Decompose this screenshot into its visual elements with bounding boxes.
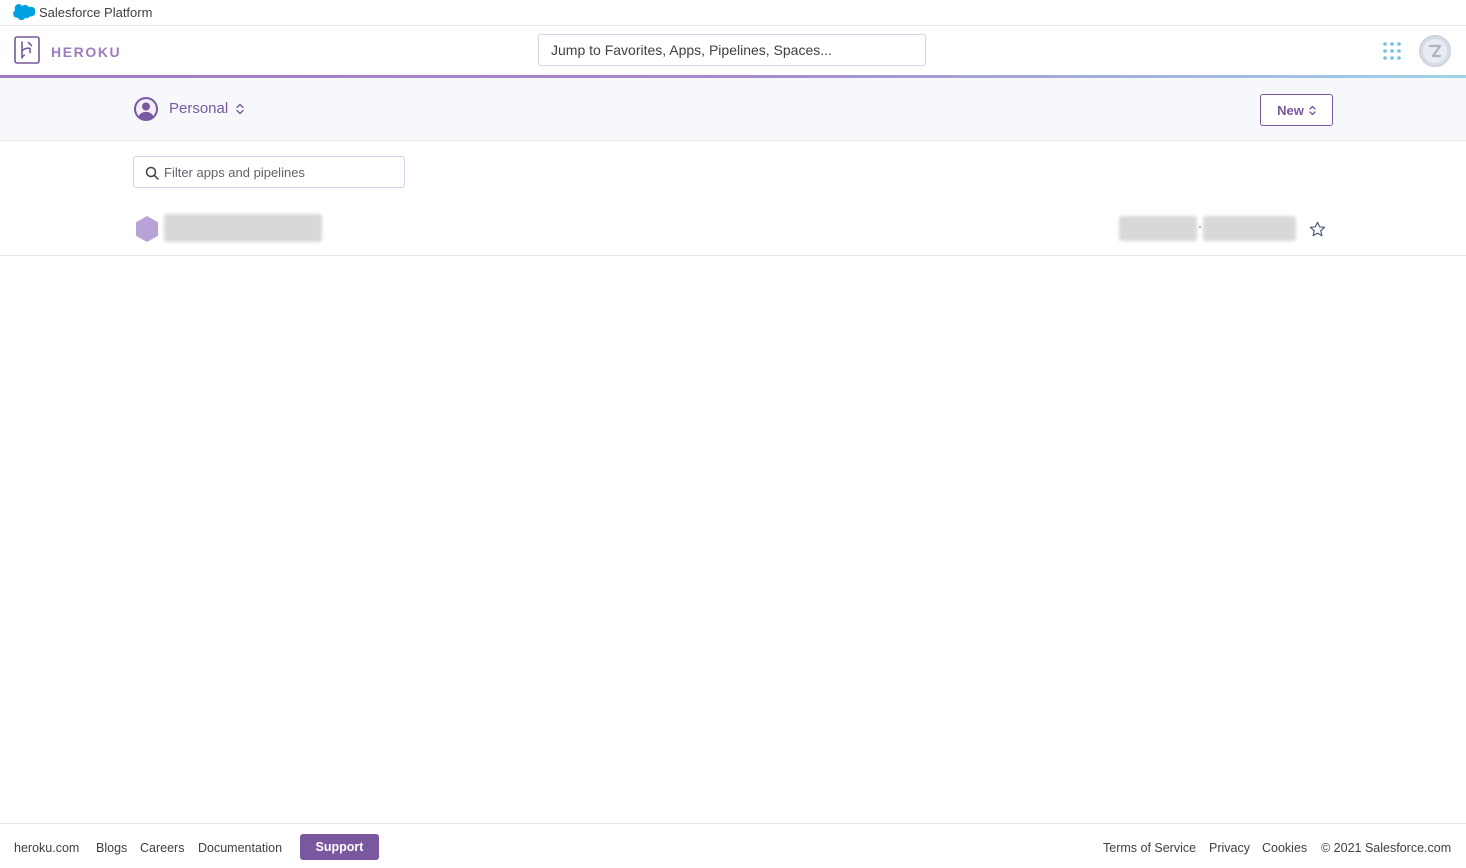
heroku-header: HEROKU — [0, 26, 1466, 76]
heroku-logo-icon[interactable] — [14, 36, 40, 64]
search-icon — [145, 166, 159, 180]
context-bar: Personal New — [0, 78, 1466, 141]
footer-link-heroku[interactable]: heroku.com — [14, 841, 79, 855]
app-meta-redacted — [1203, 216, 1296, 241]
heroku-wordmark[interactable]: HEROKU — [51, 44, 121, 60]
new-button-label: New — [1277, 102, 1304, 118]
app-hexagon-icon — [136, 216, 158, 242]
footer-link-privacy[interactable]: Privacy — [1209, 841, 1250, 855]
app-meta-redacted — [1119, 216, 1197, 241]
chevron-up-down-icon — [236, 103, 244, 115]
person-avatar-icon — [134, 97, 158, 121]
footer-link-careers[interactable]: Careers — [140, 841, 184, 855]
chevron-up-down-icon — [1309, 105, 1316, 115]
salesforce-cloud-icon — [13, 4, 35, 20]
support-button[interactable]: Support — [300, 834, 379, 860]
footer-link-blogs[interactable]: Blogs — [96, 841, 127, 855]
app-list-item[interactable] — [0, 203, 1466, 256]
app-name-redacted — [164, 214, 322, 242]
account-switcher[interactable]: Personal — [134, 97, 244, 121]
footer-link-cookies[interactable]: Cookies — [1262, 841, 1307, 855]
user-avatar-icon[interactable] — [1419, 35, 1451, 67]
salesforce-platform-bar: Salesforce Platform — [0, 0, 1466, 26]
star-icon[interactable] — [1309, 221, 1326, 238]
filter-apps-input[interactable] — [164, 157, 400, 187]
jump-to-search-input[interactable] — [538, 34, 926, 66]
new-button[interactable]: New — [1260, 94, 1333, 126]
footer-link-documentation[interactable]: Documentation — [198, 841, 282, 855]
filter-field[interactable] — [133, 156, 405, 188]
footer: heroku.com Blogs Careers Documentation S… — [0, 823, 1466, 868]
platform-label: Salesforce Platform — [39, 5, 153, 20]
app-meta-separator — [1199, 226, 1201, 228]
apps-grid-icon[interactable] — [1383, 42, 1401, 60]
footer-link-terms[interactable]: Terms of Service — [1103, 841, 1196, 855]
copyright-text: © 2021 Salesforce.com — [1321, 841, 1452, 855]
account-label: Personal — [169, 100, 229, 117]
